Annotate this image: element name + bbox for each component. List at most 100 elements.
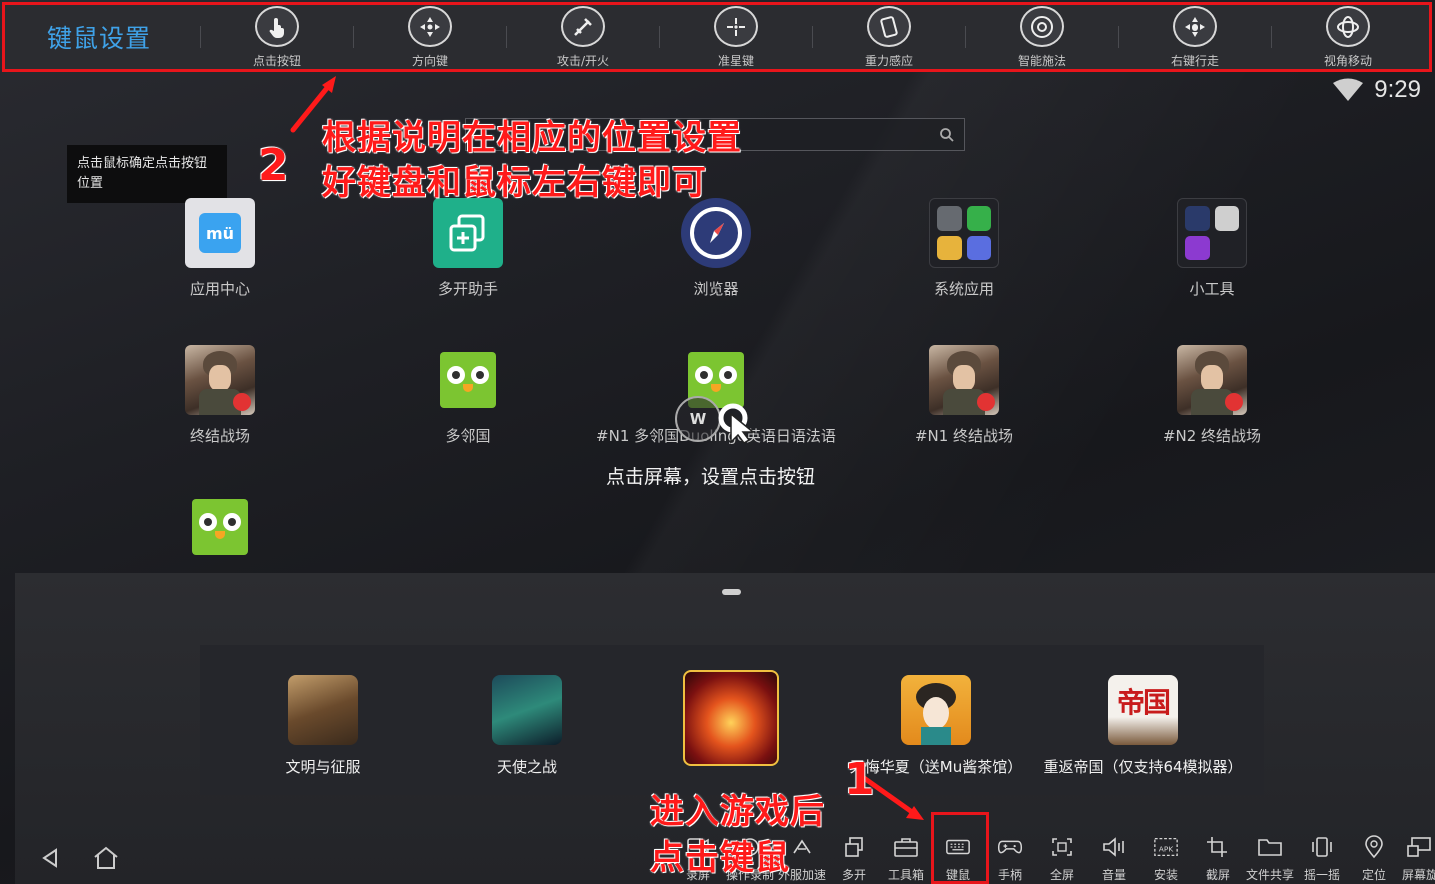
annotation-step-2-number: 2 <box>258 140 289 191</box>
flaming-sword-icon <box>683 670 779 766</box>
tb-location[interactable]: 定位 <box>1348 834 1400 883</box>
tool-right-click-walk[interactable]: 右键行走 <box>1119 5 1271 69</box>
tb-gamepad[interactable]: 手柄 <box>984 834 1036 883</box>
tap-key-marker[interactable]: W <box>675 396 721 442</box>
tb-label: 安装 <box>1153 868 1178 882</box>
view-move-icon <box>1326 6 1370 47</box>
app-duolingo[interactable]: 多邻国 <box>398 352 538 446</box>
hint-text: 点击屏幕，设置点击按钮 <box>606 466 816 488</box>
search-icon[interactable] <box>930 118 964 151</box>
app-pubg[interactable]: 终结战场 <box>150 345 290 446</box>
folder-icon <box>1177 198 1247 268</box>
tool-view-move[interactable]: 视角移动 <box>1272 5 1424 69</box>
soldier-icon <box>929 345 999 415</box>
shake-icon <box>1309 834 1335 860</box>
app-label: 多开助手 <box>437 280 498 298</box>
tb-label: 音量 <box>1101 868 1126 882</box>
gravity-icon <box>867 6 911 47</box>
tb-install-apk[interactable]: APK 安装 <box>1140 834 1192 883</box>
empire-icon: 帝国 <box>1108 675 1178 745</box>
tb-label: 多开 <box>841 868 866 882</box>
annotation-step-2-line1: 根据说明在相应的位置设置 <box>322 118 742 158</box>
tb-volume[interactable]: 音量 <box>1088 834 1140 883</box>
install-apk-icon: APK <box>1153 834 1179 860</box>
tool-smart-cast[interactable]: 智能施法 <box>966 5 1118 69</box>
rec-label: 无悔华夏（送Mu酱茶馆） <box>849 758 1023 776</box>
app-multi-helper[interactable]: 多开助手 <box>398 198 538 299</box>
app-browser[interactable]: 浏览器 <box>646 198 786 299</box>
tb-toolbox[interactable]: 工具箱 <box>880 834 932 883</box>
tb-screenshot[interactable]: 截屏 <box>1192 834 1244 883</box>
app-system-folder[interactable]: 系统应用 <box>894 198 1034 299</box>
tool-gravity[interactable]: 重力感应 <box>813 5 965 69</box>
app-label: 浏览器 <box>693 280 739 298</box>
keymap-title: 键鼠设置 <box>47 24 152 53</box>
soldier-icon <box>185 345 255 415</box>
annotation-step-2-line2: 好键盘和鼠标左右键即可 <box>322 163 707 203</box>
multi-open-icon <box>433 198 503 268</box>
attack-icon <box>561 6 605 47</box>
tb-label: 工具箱 <box>887 868 924 882</box>
dock-handle[interactable] <box>722 589 741 595</box>
tool-label: 右键行走 <box>1170 54 1219 68</box>
tb-fullscreen[interactable]: 全屏 <box>1036 834 1088 883</box>
tool-tap-button[interactable]: 点击按钮 <box>201 5 353 69</box>
tool-dpad[interactable]: 方向键 <box>354 5 506 69</box>
tool-label: 视角移动 <box>1323 54 1372 68</box>
app-duolingo-extra[interactable] <box>150 499 290 555</box>
empire-icon-text: 帝国 <box>1116 686 1171 719</box>
back-icon[interactable] <box>40 847 62 869</box>
hand-tap-icon <box>255 6 299 47</box>
tb-multi-instance[interactable]: 多开 <box>828 834 880 883</box>
tool-crosshair[interactable]: 准星键 <box>660 5 812 69</box>
keyboard-mouse-highlight <box>931 812 989 884</box>
tb-label: 屏幕旋 <box>1402 868 1435 882</box>
gamepad-icon <box>997 834 1023 860</box>
app-app-center[interactable]: mü 应用中心 <box>150 198 290 299</box>
tb-label: 全屏 <box>1049 868 1074 882</box>
tb-shake[interactable]: 摇一摇 <box>1296 834 1348 883</box>
svg-text:APK: APK <box>1159 845 1175 854</box>
tb-label: 摇一摇 <box>1303 868 1340 882</box>
lady-icon <box>901 675 971 745</box>
soldier-icon <box>1177 345 1247 415</box>
app-label: 应用中心 <box>189 280 250 298</box>
folder-icon <box>1257 834 1283 860</box>
compass-icon <box>681 198 751 268</box>
app-pubg-n1[interactable]: #N1 终结战场 <box>894 345 1034 446</box>
warrior-icon <box>288 675 358 745</box>
tb-file-share[interactable]: 文件共享 <box>1244 834 1296 883</box>
accelerate-icon <box>789 834 815 860</box>
annotation-step-1-line2: 点击键鼠 <box>650 838 790 878</box>
app-label: 小工具 <box>1189 280 1235 298</box>
tooltip: 点击鼠标确定点击按钮位置 <box>67 145 227 203</box>
crosshair-icon <box>714 6 758 47</box>
tb-label: 手柄 <box>997 868 1022 882</box>
rec-app-empire[interactable]: 帝国 重返帝国（仅支持64模拟器） <box>1038 675 1248 777</box>
keymap-toolbar: 键鼠设置 点击按钮 方向键 攻击/开火 准星键 重力感应 智能施法 右键行走 视… <box>2 2 1432 72</box>
tb-label: 定位 <box>1361 868 1386 882</box>
rotate-screen-icon <box>1406 834 1432 860</box>
app-label: #N1 终结战场 <box>914 427 1014 445</box>
tool-label: 准星键 <box>717 54 754 68</box>
location-icon <box>1361 834 1387 860</box>
app-label: 多邻国 <box>445 427 491 445</box>
status-bar: 9:29 <box>1332 76 1421 104</box>
multi-instance-icon <box>841 834 867 860</box>
rec-app-legend[interactable] <box>631 670 831 777</box>
tb-rotate-screen[interactable]: 屏幕旋 <box>1396 834 1435 883</box>
app-pubg-n2[interactable]: #N2 终结战场 <box>1142 345 1282 446</box>
rec-app-angel[interactable]: 天使之战 <box>427 675 627 777</box>
clock: 9:29 <box>1374 76 1421 103</box>
tool-attack[interactable]: 攻击/开火 <box>507 5 659 69</box>
right-click-walk-icon <box>1173 6 1217 47</box>
dragon-icon <box>492 675 562 745</box>
fullscreen-icon <box>1049 834 1075 860</box>
cursor-icon <box>718 403 756 444</box>
owl-icon <box>192 499 248 555</box>
annotation-step-1-number: 1 <box>844 754 875 805</box>
app-label: 终结战场 <box>189 427 250 445</box>
app-tools-folder[interactable]: 小工具 <box>1142 198 1282 299</box>
home-icon[interactable] <box>92 844 120 872</box>
rec-app-civ[interactable]: 文明与征服 <box>223 675 423 777</box>
